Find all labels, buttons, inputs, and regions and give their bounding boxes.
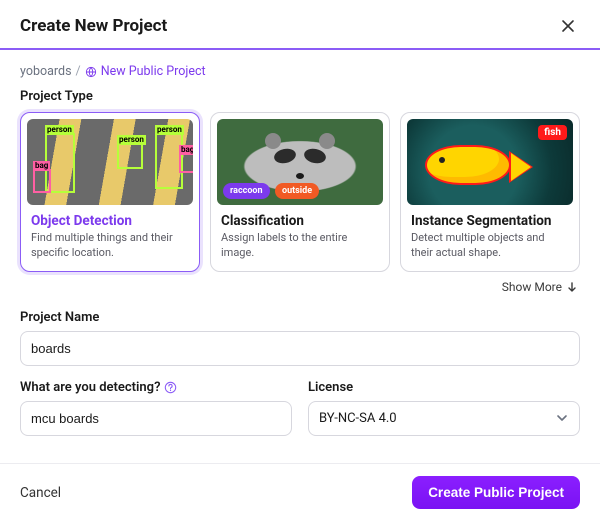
- show-more-label: Show More: [502, 280, 562, 294]
- arrow-down-icon: [566, 281, 578, 293]
- card-thumbnail: raccoon outside: [217, 119, 383, 205]
- close-icon: [561, 19, 575, 33]
- project-name-input[interactable]: [20, 331, 580, 366]
- card-thumbnail: fish: [407, 119, 573, 205]
- project-name-field: Project Name: [20, 304, 580, 366]
- breadcrumb: yoboards / New Public Project: [20, 64, 580, 79]
- fish-illustration: [425, 139, 535, 189]
- detecting-label: What are you detecting?: [20, 380, 292, 395]
- bbox-person: person: [117, 143, 143, 169]
- license-selected-value: BY-NC-SA 4.0: [319, 411, 397, 426]
- card-description: Find multiple things and their specific …: [31, 231, 189, 261]
- classification-tag: outside: [275, 183, 319, 199]
- breadcrumb-separator: /: [76, 64, 81, 79]
- create-project-modal: Create New Project yoboards / New Public…: [0, 0, 600, 521]
- card-description: Detect multiple objects and their actual…: [411, 231, 569, 261]
- create-public-project-button[interactable]: Create Public Project: [412, 476, 580, 509]
- globe-icon: [85, 66, 97, 78]
- modal-header: Create New Project: [0, 0, 600, 48]
- breadcrumb-root[interactable]: yoboards: [20, 64, 72, 79]
- detecting-input[interactable]: [20, 401, 292, 436]
- project-type-card-object-detection[interactable]: person person person bag bag Object Dete…: [20, 112, 200, 272]
- raccoon-illustration: [270, 137, 330, 181]
- modal-footer: Cancel Create Public Project: [0, 463, 600, 521]
- help-icon[interactable]: [164, 381, 177, 394]
- modal-title: Create New Project: [20, 16, 167, 36]
- project-type-card-instance-segmentation[interactable]: fish Instance Segmentation Detect multip…: [400, 112, 580, 272]
- chevron-down-icon: [555, 411, 569, 425]
- license-label: License: [308, 380, 580, 395]
- card-title: Object Detection: [31, 213, 189, 229]
- license-select[interactable]: BY-NC-SA 4.0: [308, 401, 580, 436]
- segmentation-label: fish: [538, 125, 567, 140]
- bbox-bag: bag: [33, 169, 51, 193]
- license-field: License BY-NC-SA 4.0: [308, 374, 580, 436]
- project-name-label: Project Name: [20, 310, 580, 325]
- bbox-bag: bag: [179, 153, 193, 173]
- project-type-label: Project Type: [20, 89, 580, 104]
- project-type-cards: person person person bag bag Object Dete…: [20, 112, 580, 272]
- show-more-button[interactable]: Show More: [20, 280, 578, 294]
- breadcrumb-current: New Public Project: [85, 64, 206, 79]
- breadcrumb-current-label: New Public Project: [101, 64, 206, 79]
- card-title: Classification: [221, 213, 379, 229]
- close-button[interactable]: [556, 14, 580, 38]
- detecting-field: What are you detecting?: [20, 374, 292, 436]
- card-description: Assign labels to the entire image.: [221, 231, 379, 261]
- cancel-button[interactable]: Cancel: [20, 485, 61, 501]
- modal-body: yoboards / New Public Project Project Ty…: [0, 50, 600, 463]
- project-type-card-classification[interactable]: raccoon outside Classification Assign la…: [210, 112, 390, 272]
- card-thumbnail: person person person bag bag: [27, 119, 193, 205]
- card-title: Instance Segmentation: [411, 213, 569, 229]
- classification-tag: raccoon: [223, 183, 270, 199]
